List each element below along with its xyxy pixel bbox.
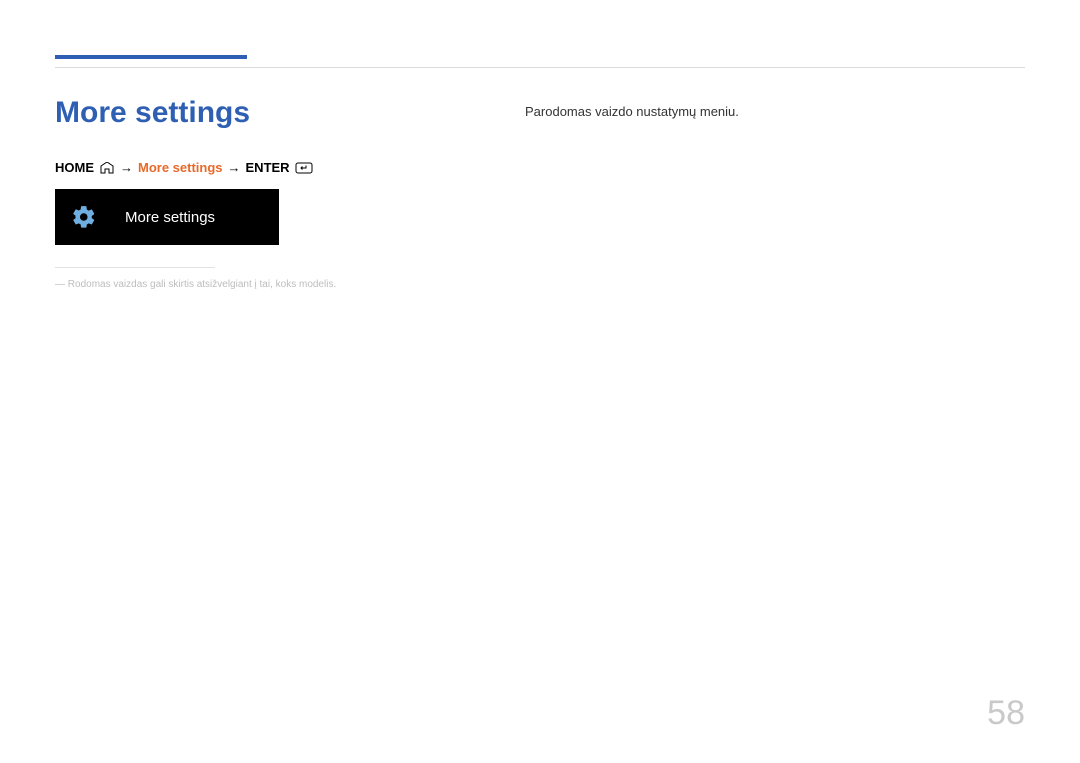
page-title: More settings [55, 96, 375, 130]
page-number: 58 [987, 694, 1025, 733]
left-column: More settings HOME → More settings → ENT… [55, 96, 375, 292]
header-accent-bar [55, 55, 247, 59]
breadcrumb: HOME → More settings → ENTER [55, 160, 375, 175]
right-column: Parodomas vaizdo nustatymų meniu. [525, 96, 1025, 292]
header-rule [55, 67, 1025, 68]
footnote: ― Rodomas vaizdas gali skirtis atsižvelg… [55, 278, 375, 292]
separator-line [55, 267, 215, 268]
footnote-text: Rodomas vaizdas gali skirtis atsižvelgia… [68, 279, 336, 290]
body-text: Parodomas vaizdo nustatymų meniu. [525, 102, 1025, 122]
gear-icon [71, 204, 97, 230]
more-settings-tile: More settings [55, 189, 279, 245]
breadcrumb-arrow-2: → [228, 160, 241, 175]
tile-label: More settings [125, 209, 215, 226]
enter-icon [295, 162, 313, 174]
breadcrumb-home: HOME [55, 160, 94, 175]
footnote-prefix: ― [55, 279, 68, 290]
breadcrumb-enter: ENTER [246, 160, 290, 175]
content-columns: More settings HOME → More settings → ENT… [55, 96, 1025, 292]
document-page: More settings HOME → More settings → ENT… [0, 0, 1080, 292]
breadcrumb-arrow-1: → [120, 160, 133, 175]
home-icon [99, 162, 115, 174]
breadcrumb-active: More settings [138, 160, 223, 175]
